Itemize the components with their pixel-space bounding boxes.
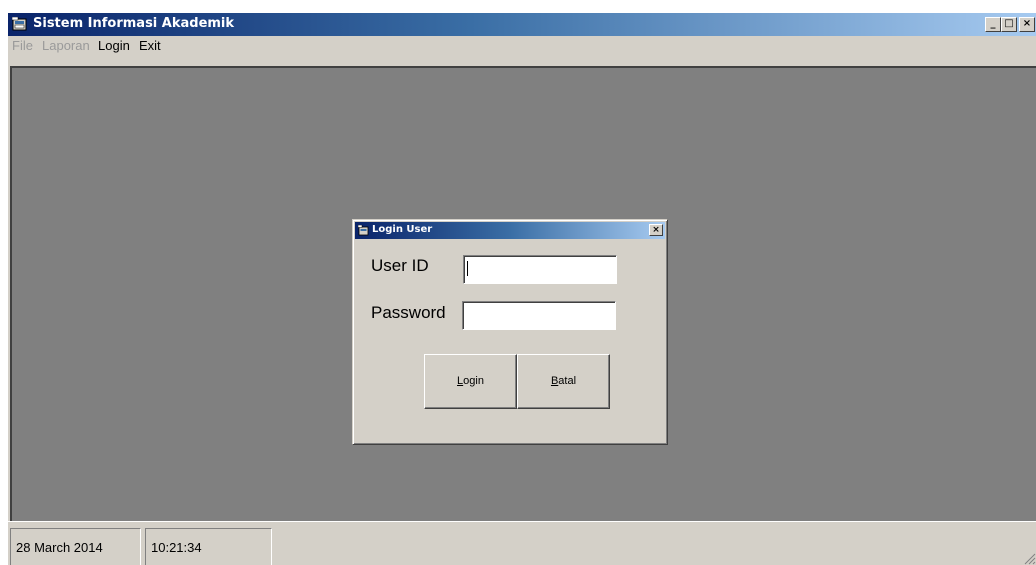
login-button[interactable]: Login xyxy=(424,354,517,409)
userid-field[interactable] xyxy=(463,255,617,284)
dialog-icon xyxy=(358,225,369,236)
close-button[interactable]: × xyxy=(1019,17,1035,32)
app-icon xyxy=(12,17,27,31)
login-button-label: ogin xyxy=(463,375,484,387)
dialog-title-bar[interactable]: Login User × xyxy=(355,222,665,239)
text-caret xyxy=(467,261,468,276)
status-date: 28 March 2014 xyxy=(10,528,141,565)
dialog-title: Login User xyxy=(372,224,433,235)
menu-exit[interactable]: Exit xyxy=(139,38,161,53)
batal-button-label: atal xyxy=(558,375,577,387)
dialog-close-button[interactable]: × xyxy=(649,224,663,236)
title-bar[interactable]: Sistem Informasi Akademik _ □ × xyxy=(8,13,1036,36)
maximize-button[interactable]: □ xyxy=(1001,17,1017,32)
main-window: Sistem Informasi Akademik _ □ × File Lap… xyxy=(8,13,1036,565)
status-time: 10:21:34 xyxy=(145,528,272,565)
mdi-client-area: Login User × User ID Password Login Bata… xyxy=(10,66,1036,521)
status-bar: 28 March 2014 10:21:34 xyxy=(8,521,1036,565)
password-field[interactable] xyxy=(462,301,616,330)
menu-bar: File Laporan Login Exit xyxy=(8,36,1036,56)
password-label: Password xyxy=(371,303,446,322)
batal-button[interactable]: Batal xyxy=(517,354,610,409)
menu-laporan[interactable]: Laporan xyxy=(42,38,90,53)
menu-file[interactable]: File xyxy=(12,38,33,53)
userid-label: User ID xyxy=(371,256,429,275)
login-dialog: Login User × User ID Password Login Bata… xyxy=(352,219,668,445)
window-title: Sistem Informasi Akademik xyxy=(33,16,235,31)
menu-login[interactable]: Login xyxy=(98,38,130,53)
minimize-button[interactable]: _ xyxy=(985,17,1001,32)
resize-grip-icon[interactable] xyxy=(1022,551,1036,565)
